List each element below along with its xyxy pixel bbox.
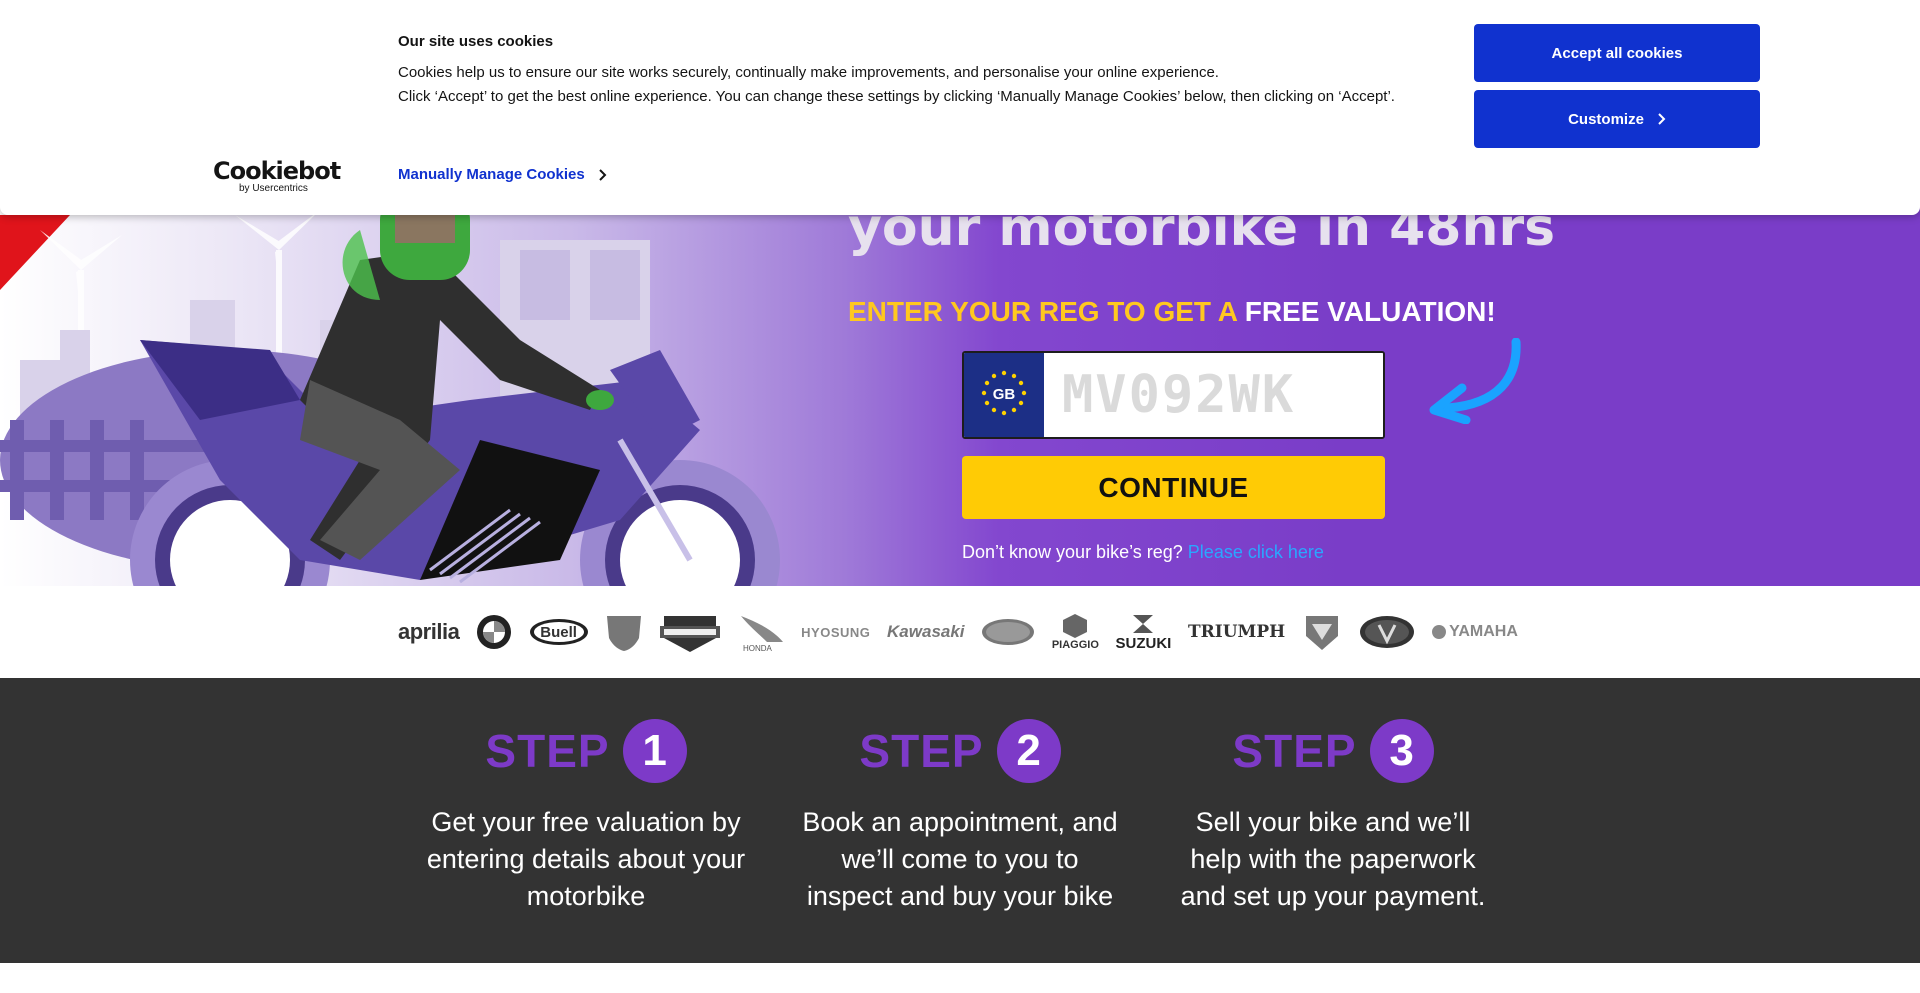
reg-help: Don’t know your bike’s reg? Please click… bbox=[962, 542, 1324, 563]
moto-guzzi-oval-icon bbox=[982, 619, 1035, 645]
brand-logo-triumph: TRIUMPH bbox=[1188, 622, 1286, 642]
brand-logo-piaggio: PIAGGIO bbox=[1052, 613, 1099, 651]
brand-logo-buell: Buell bbox=[529, 617, 589, 647]
brand-logo-yamaha: YAMAHA bbox=[1431, 623, 1518, 641]
step-description: Get your free valuation by entering deta… bbox=[426, 807, 746, 911]
cookiebot-logo: Cookiebot by Usercentrics bbox=[213, 157, 341, 194]
bmw-roundel-icon bbox=[476, 615, 511, 649]
step-label: STEP bbox=[485, 725, 610, 777]
brand-logo-honda: HONDA bbox=[737, 612, 785, 652]
honda-wing-icon: HONDA bbox=[740, 616, 783, 652]
continue-button[interactable]: CONTINUE bbox=[962, 456, 1385, 519]
step-2: STEP 2 Book an appointment, and we’ll co… bbox=[790, 718, 1130, 915]
step-description: Sell your bike and we’ll help with the p… bbox=[1180, 807, 1486, 911]
step-1: STEP 1 Get your free valuation by enteri… bbox=[416, 718, 756, 915]
brand-logo-bmw bbox=[476, 614, 512, 650]
yamaha-tuning-fork-icon bbox=[1432, 625, 1447, 639]
ducati-shield-icon bbox=[607, 616, 642, 651]
brand-logo-kawasaki: Kawasaki bbox=[887, 622, 965, 641]
step-number-badge: 2 bbox=[996, 719, 1061, 783]
brand-logo-moto-guzzi bbox=[981, 617, 1035, 647]
step-number-badge: 1 bbox=[622, 719, 687, 783]
plate-country-code: GB bbox=[992, 386, 1016, 403]
brand-logo-ktm bbox=[1302, 612, 1342, 652]
svg-text:HONDA: HONDA bbox=[743, 644, 773, 652]
cookie-banner-text: Cookies help us to ensure our site works… bbox=[398, 64, 1395, 105]
step-description: Book an appointment, and we’ll come to y… bbox=[802, 807, 1118, 911]
reg-prompt-highlight: ENTER YOUR REG TO GET A bbox=[848, 296, 1237, 327]
step-number-badge: 3 bbox=[1369, 719, 1434, 783]
reg-prompt: ENTER YOUR REG TO GET A FREE VALUATION! bbox=[848, 296, 1496, 328]
step-label: STEP bbox=[1232, 725, 1357, 777]
step-3: STEP 3 Sell your bike and we’ll help wit… bbox=[1163, 718, 1503, 915]
reg-help-text: Don’t know your bike’s reg? bbox=[962, 542, 1183, 562]
cookie-banner-title: Our site uses cookies bbox=[398, 33, 554, 50]
cookie-consent-banner: Cookiebot by Usercentrics Our site uses … bbox=[0, 0, 1920, 215]
accept-all-cookies-button[interactable]: Accept all cookies bbox=[1474, 24, 1760, 82]
reg-help-link[interactable]: Please click here bbox=[1188, 542, 1324, 562]
reg-prompt-rest: FREE VALUATION! bbox=[1244, 296, 1496, 327]
reg-input[interactable] bbox=[1044, 353, 1383, 437]
piaggio-shield-icon bbox=[1063, 614, 1088, 638]
brand-logo-victory bbox=[1359, 615, 1415, 649]
pointer-arrow-icon bbox=[1429, 338, 1521, 424]
brand-logo-strip: aprilia Buell HONDA HYOSUNG Kawasaki PIA… bbox=[0, 586, 1920, 678]
suzuki-s-icon bbox=[1133, 614, 1154, 633]
brand-logo-suzuki: SUZUKI bbox=[1116, 613, 1171, 652]
brand-logo-aprilia: aprilia bbox=[398, 619, 460, 644]
gb-plate-badge: GB bbox=[964, 353, 1044, 437]
brand-logo-harley-davidson bbox=[659, 610, 720, 654]
reg-plate-field[interactable]: GB bbox=[962, 351, 1385, 439]
victory-badge-icon bbox=[1359, 616, 1414, 648]
manually-manage-cookies-link[interactable]: Manually Manage Cookies bbox=[398, 166, 607, 183]
chevron-right-icon bbox=[1658, 113, 1666, 125]
brand-logo-ducati bbox=[605, 612, 643, 652]
how-it-works-steps: STEP 1 Get your free valuation by enteri… bbox=[0, 678, 1920, 963]
customize-cookies-button[interactable]: Customize bbox=[1474, 90, 1760, 148]
step-label: STEP bbox=[859, 725, 984, 777]
chevron-right-icon bbox=[599, 168, 607, 181]
brand-logo-hyosung: HYOSUNG bbox=[801, 624, 871, 640]
ktm-crest-icon bbox=[1305, 616, 1338, 650]
harley-shield-icon bbox=[659, 616, 720, 652]
